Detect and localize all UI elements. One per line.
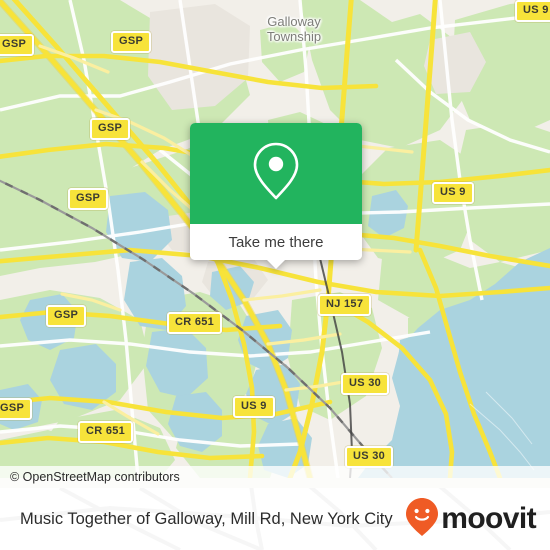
shield-gsp-west: GSP (68, 188, 109, 210)
place-label-line1: Galloway (267, 14, 321, 29)
moovit-logo[interactable]: moovit (405, 497, 537, 542)
location-popup-inner: Take me there (190, 123, 362, 260)
map-pin-icon (251, 140, 301, 207)
shield-gsp-mid: GSP (90, 118, 131, 140)
shield-us-30-south: US 30 (345, 446, 394, 468)
shield-gsp-southwest: GSP (46, 305, 87, 327)
shield-us-9-east: US 9 (432, 182, 474, 204)
location-popup-header (190, 123, 362, 224)
shield-us-30-north: US 30 (341, 373, 390, 395)
shield-gsp-topleft-clipped: GSP (0, 34, 35, 56)
take-me-there-label: Take me there (228, 233, 324, 251)
shield-cr-651-southwest: CR 651 (78, 421, 134, 443)
map-canvas[interactable]: Galloway Township US 9 GSP GSP GSP GSP US 9 NJ… (0, 0, 550, 478)
footer-bar: Music Together of Galloway, Mill Rd, New… (0, 488, 550, 550)
shield-gsp-north: GSP (111, 31, 152, 53)
shield-cr-651-center: CR 651 (167, 312, 223, 334)
location-title: Music Together of Galloway, Mill Rd, New… (20, 509, 393, 528)
shield-nj-157: NJ 157 (318, 294, 372, 316)
moovit-wordmark: moovit (441, 502, 536, 535)
place-label-galloway-township: Galloway Township (254, 14, 334, 44)
moovit-map-screenshot: Galloway Township US 9 GSP GSP GSP GSP US 9 NJ… (0, 0, 550, 550)
shield-gsp-bottomleft-clipped: GSP (0, 398, 33, 420)
popup-pointer-tail (266, 259, 286, 269)
shield-us-9-topright: US 9 (515, 0, 550, 22)
shield-us-9-south: US 9 (233, 396, 275, 418)
footer-content: Music Together of Galloway, Mill Rd, New… (0, 488, 550, 550)
location-popup-card[interactable]: Take me there (190, 123, 362, 269)
take-me-there-button[interactable]: Take me there (190, 224, 362, 260)
place-label-line2: Township (266, 29, 322, 44)
map-attribution-bar: © OpenStreetMap contributors (0, 466, 550, 488)
attribution-text: © OpenStreetMap contributors (10, 470, 180, 484)
moovit-pin-smiley-icon (405, 497, 439, 542)
